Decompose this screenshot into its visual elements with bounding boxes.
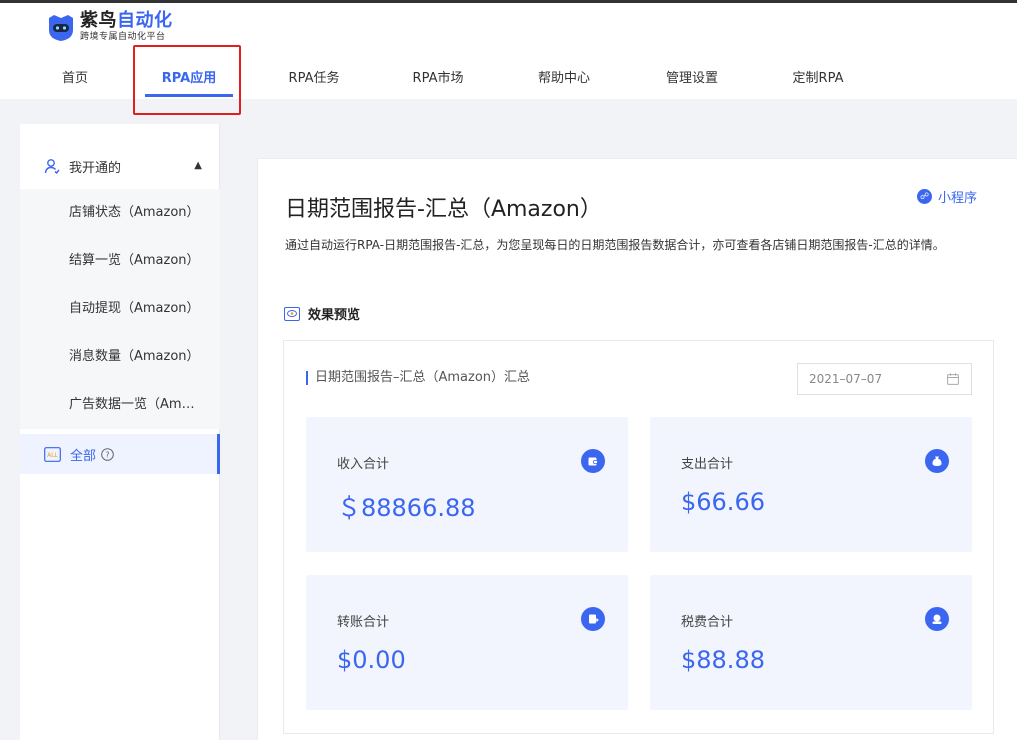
nav-rpa-tasks[interactable]: RPA任务: [289, 67, 340, 86]
page-description: 通过自动运行RPA-日期范围报告-汇总，为您呈现每日的日期范围报告数据合计，亦可…: [285, 238, 945, 252]
stat-label: 税费合计: [681, 615, 734, 630]
mini-program-link[interactable]: ☍ 小程序: [917, 187, 977, 206]
mini-program-label: 小程序: [938, 191, 978, 206]
page-title: 日期范围报告-汇总（Amazon）: [285, 197, 602, 222]
link-icon: ☍: [917, 189, 932, 204]
highlight-box: [133, 45, 241, 115]
stat-card-income: 收入合计 ＄88866.88: [306, 417, 628, 552]
sidebar-group-label: 我开通的: [69, 160, 122, 176]
user-icon: [44, 159, 60, 174]
sidebar-item-ad-data[interactable]: 广告数据一览（Amazon）: [20, 381, 220, 429]
eye-icon: [284, 306, 300, 321]
preview-panel: 日期范围报告–汇总（Amazon）汇总 2021–07–07 收入合计 ＄888…: [283, 340, 994, 734]
sidebar-item-auto-withdraw[interactable]: 自动提现（Amazon）: [20, 285, 220, 333]
sidebar-all-label: 全部: [70, 448, 97, 464]
sidebar-group-my-enabled[interactable]: 我开通的 ▲: [20, 146, 220, 186]
wallet-icon: [581, 449, 605, 473]
calendar-icon: [947, 373, 959, 385]
preview-title: 日期范围报告–汇总（Amazon）汇总: [306, 371, 530, 385]
nav-admin-settings[interactable]: 管理设置: [666, 67, 718, 86]
all-icon: ALL: [44, 446, 61, 462]
svg-text:ALL: ALL: [47, 452, 58, 459]
sidebar-item-store-status[interactable]: 店铺状态（Amazon）: [20, 189, 220, 237]
stat-card-expense: 支出合计 $66.66: [650, 417, 972, 552]
stat-card-transfer: 转账合计 $0.00: [306, 575, 628, 710]
svg-text:?: ?: [105, 450, 109, 459]
date-picker[interactable]: 2021–07–07: [797, 363, 972, 395]
transfer-icon: [581, 607, 605, 631]
sidebar-list: 店铺状态（Amazon） 结算一览（Amazon） 自动提现（Amazon） 消…: [20, 189, 220, 429]
brand-subtitle: 跨境专属自动化平台: [80, 32, 166, 42]
stat-value: $88.88: [681, 646, 765, 674]
stat-value: $66.66: [681, 488, 765, 516]
main-panel: 日期范围报告-汇总（Amazon） ☍ 小程序 通过自动运行RPA-日期范围报告…: [257, 158, 1017, 740]
stat-value: $0.00: [337, 646, 406, 674]
stat-label: 收入合计: [337, 457, 390, 472]
stat-value: ＄88866.88: [337, 494, 476, 522]
preview-heading: 效果预览: [284, 304, 360, 323]
money-bag-icon: [925, 449, 949, 473]
nav-rpa-market[interactable]: RPA市场: [413, 67, 464, 86]
nav-custom-rpa[interactable]: 定制RPA: [793, 67, 844, 86]
brand-logo[interactable]: 紫鸟自动化 跨境专属自动化平台: [46, 11, 173, 43]
sidebar: 我开通的 ▲ 店铺状态（Amazon） 结算一览（Amazon） 自动提现（Am…: [20, 124, 220, 740]
nav-help-center[interactable]: 帮助中心: [538, 67, 590, 86]
stat-card-tax: 税费合计 $88.88: [650, 575, 972, 710]
robot-logo-icon: [49, 15, 73, 41]
stat-label: 支出合计: [681, 457, 734, 472]
date-value: 2021–07–07: [809, 372, 883, 386]
sidebar-item-all[interactable]: ALL 全部 ?: [20, 434, 220, 474]
tax-icon: [925, 607, 949, 631]
stat-label: 转账合计: [337, 615, 390, 630]
nav-home[interactable]: 首页: [62, 67, 88, 86]
brand-title: 紫鸟自动化: [80, 10, 173, 31]
help-circle-icon[interactable]: ?: [101, 447, 114, 461]
chevron-up-icon[interactable]: ▲: [194, 160, 202, 171]
sidebar-item-message-count[interactable]: 消息数量（Amazon）: [20, 333, 220, 381]
sidebar-item-settlement[interactable]: 结算一览（Amazon）: [20, 237, 220, 285]
